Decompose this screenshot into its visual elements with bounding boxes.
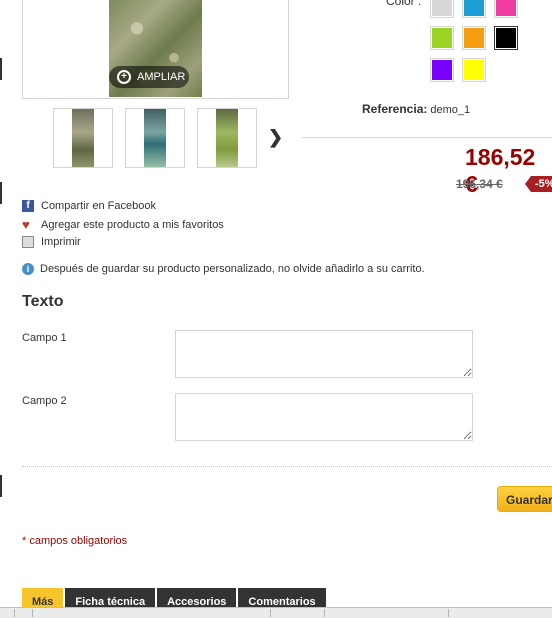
scrollbar-segment — [324, 609, 325, 617]
swatch-fill — [496, 28, 516, 48]
color-swatch-gris[interactable] — [430, 0, 454, 18]
color-swatch-azul[interactable] — [462, 0, 486, 18]
reference-label: Referencia: — [362, 102, 428, 116]
swatch-fill — [432, 0, 452, 16]
horizontal-scrollbar[interactable] — [0, 607, 552, 618]
swatch-fill — [464, 28, 484, 48]
swatch-fill — [464, 60, 484, 80]
product-tabs: Más Ficha técnica Accesorios Comentarios — [22, 588, 328, 608]
add-to-favorites-link[interactable]: ♥ Agregar este producto a mis favoritos — [22, 217, 224, 232]
color-swatch-naranja[interactable] — [462, 26, 486, 50]
swatch-fill — [432, 28, 452, 48]
facebook-icon: f — [22, 200, 34, 212]
color-label: Color : — [386, 0, 422, 8]
main-product-image-box[interactable]: + AMPLIAR — [22, 0, 289, 99]
printer-icon — [22, 236, 34, 248]
left-edge-marker — [0, 58, 2, 80]
chevron-right-icon[interactable]: ❯ — [268, 127, 283, 148]
zoom-plus-icon: + — [117, 70, 131, 84]
section-title: Texto — [22, 293, 64, 310]
tab-ficha-tecnica[interactable]: Ficha técnica — [65, 588, 156, 608]
field-label-1: Campo 1 — [22, 332, 67, 344]
swatch-fill — [496, 0, 516, 16]
share-facebook-link[interactable]: f Compartir en Facebook — [22, 200, 156, 212]
thumbnail-3[interactable] — [197, 108, 257, 168]
add-to-favorites-label: Agregar este producto a mis favoritos — [41, 219, 224, 231]
old-price: 196,34 € — [456, 177, 503, 191]
color-swatch-violeta[interactable] — [430, 58, 454, 82]
thumbnail-2[interactable] — [125, 108, 185, 168]
product-reference: Referencia: demo_1 — [362, 102, 470, 116]
thumbnail-1[interactable] — [53, 108, 113, 168]
price-divider — [302, 137, 552, 138]
tab-comentarios[interactable]: Comentarios — [238, 588, 326, 608]
reference-value: demo_1 — [430, 104, 471, 116]
field-label-2: Campo 2 — [22, 395, 67, 407]
thumbnail-image — [216, 109, 238, 167]
color-swatch-amarillo[interactable] — [462, 58, 486, 82]
left-edge-marker — [0, 475, 2, 497]
save-button[interactable]: Guardar — [497, 486, 552, 512]
color-swatch-negro[interactable] — [494, 26, 518, 50]
scrollbar-segment — [32, 609, 33, 617]
zoom-label: AMPLIAR — [137, 71, 186, 83]
swatch-fill — [432, 60, 452, 80]
tab-mas[interactable]: Más — [22, 588, 64, 608]
customization-info: i Después de guardar su producto persona… — [22, 263, 425, 275]
thumbnail-image — [144, 109, 166, 167]
share-facebook-label: Compartir en Facebook — [41, 200, 156, 212]
required-fields-note: * campos obligatorios — [22, 535, 128, 547]
color-swatch-rosa[interactable] — [494, 0, 518, 18]
dotted-divider — [22, 466, 552, 467]
info-icon: i — [22, 263, 34, 275]
print-link[interactable]: Imprimir — [22, 236, 81, 248]
color-swatch-verde[interactable] — [430, 26, 454, 50]
thumbnail-image — [72, 109, 94, 167]
tab-accesorios[interactable]: Accesorios — [157, 588, 237, 608]
info-text: Después de guardar su producto personali… — [40, 263, 425, 275]
scrollbar-segment — [448, 609, 449, 617]
text-field-2[interactable] — [175, 393, 473, 441]
swatch-fill — [464, 0, 484, 16]
text-field-1[interactable] — [175, 330, 473, 378]
scrollbar-segment — [270, 609, 271, 617]
zoom-button[interactable]: + AMPLIAR — [109, 66, 189, 88]
scrollbar-segment — [14, 609, 15, 617]
left-edge-marker — [0, 182, 2, 204]
heart-icon: ♥ — [22, 217, 30, 232]
print-label: Imprimir — [41, 236, 81, 248]
